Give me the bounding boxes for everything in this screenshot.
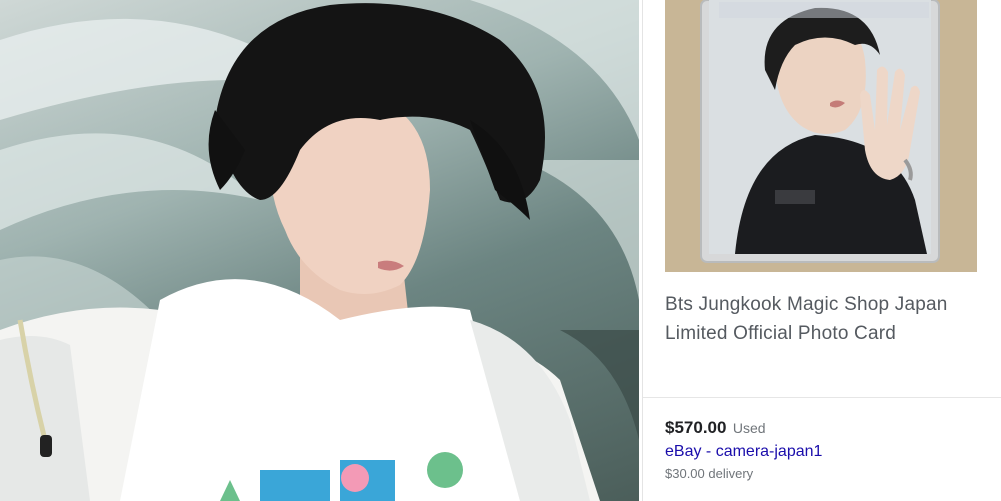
product-title[interactable]: Bts Jungkook Magic Shop Japan Limited Of… — [665, 290, 985, 348]
product-title-line1: Bts Jungkook Magic Shop Japan — [665, 294, 948, 315]
product-title-line2: Limited Official Photo Card — [665, 323, 897, 344]
delivery-cost: $30.00 delivery — [665, 466, 754, 481]
product-image[interactable] — [665, 0, 977, 272]
main-photo — [0, 0, 639, 501]
condition-label: Used — [732, 420, 766, 436]
price: $570.00 — [665, 418, 727, 437]
price-row: $570.00 Used — [665, 418, 766, 438]
card-divider — [643, 397, 1001, 398]
photo-card-image — [665, 0, 977, 272]
person-photo-illustration — [0, 0, 639, 501]
product-listing-card[interactable]: Bts Jungkook Magic Shop Japan Limited Of… — [642, 0, 1001, 501]
seller-link[interactable]: eBay - camera-japan1 — [665, 443, 822, 461]
